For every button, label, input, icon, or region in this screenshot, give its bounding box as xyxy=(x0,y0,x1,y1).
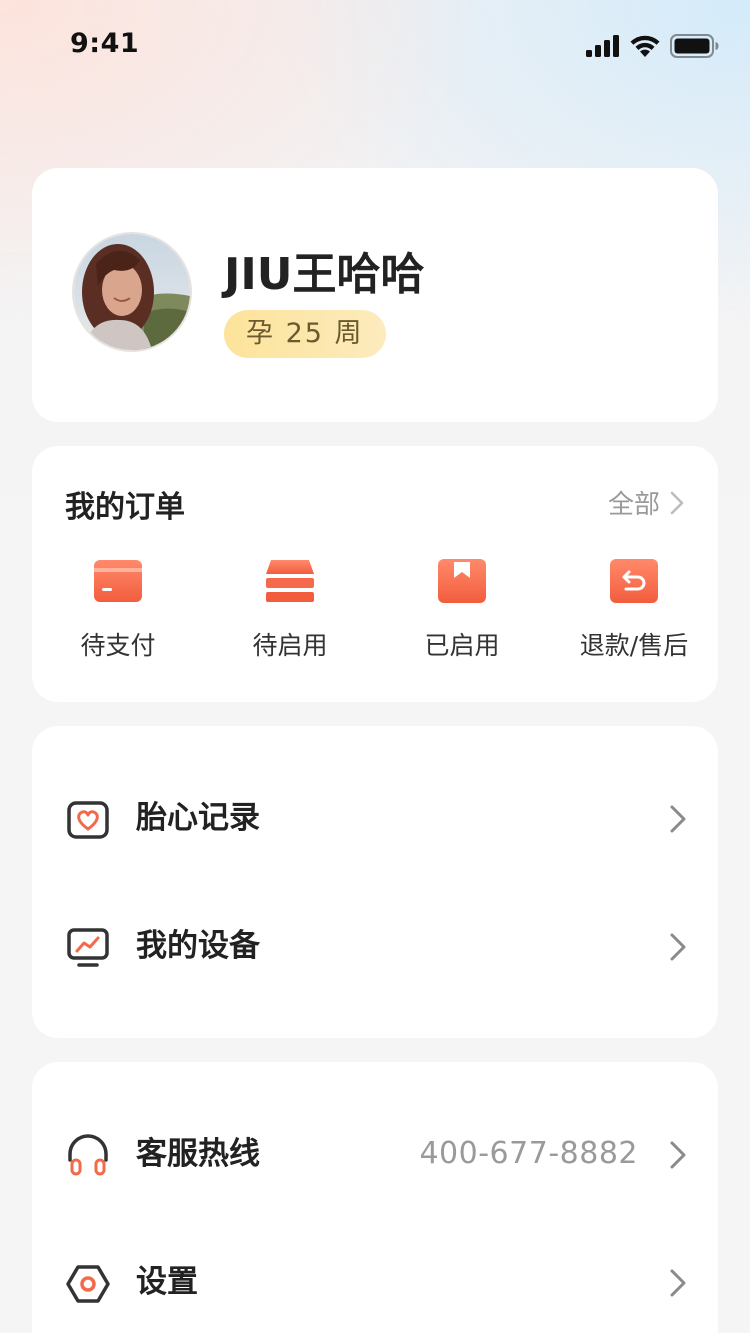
wifi-icon xyxy=(630,35,660,57)
menu-item-settings[interactable]: 设置 xyxy=(32,1242,718,1322)
headphones-icon xyxy=(68,1134,108,1176)
menu-item-label: 我的设备 xyxy=(136,928,260,964)
chevron-right-icon xyxy=(670,805,686,833)
avatar[interactable] xyxy=(72,232,192,352)
battery-icon xyxy=(670,34,719,58)
order-item-label: 待支付 xyxy=(80,631,156,660)
menu-item-fetal-heart-record[interactable]: 胎心记录 xyxy=(32,778,718,858)
hotline-number: 400-677-8882 xyxy=(419,1136,638,1171)
menu-item-customer-hotline[interactable]: 客服热线 400-677-8882 xyxy=(32,1114,718,1194)
heart-record-icon xyxy=(67,801,109,839)
chevron-right-icon xyxy=(670,1141,686,1169)
menu-item-label: 设置 xyxy=(136,1264,198,1300)
chevron-right-icon xyxy=(670,1269,686,1297)
stack-icon xyxy=(266,560,314,602)
status-icons xyxy=(586,33,720,59)
settings-hexagon-icon xyxy=(66,1265,110,1303)
status-bar: 9:41 xyxy=(0,0,750,88)
card-icon xyxy=(94,560,142,602)
orders-view-all-link[interactable]: 全部 xyxy=(608,484,684,521)
chevron-right-icon xyxy=(670,933,686,961)
order-item-label: 已启用 xyxy=(424,631,500,660)
menu-card-support: 客服热线 400-677-8882 设置 xyxy=(32,1062,718,1333)
order-item-label: 退款/售后 xyxy=(579,631,689,660)
order-item-refund[interactable]: 退款/售后 xyxy=(548,558,720,662)
status-time: 9:41 xyxy=(70,28,140,59)
chevron-right-icon xyxy=(670,491,684,514)
monitor-icon xyxy=(67,928,109,967)
pregnancy-week-badge: 孕 25 周 xyxy=(224,310,386,358)
order-item-activated[interactable]: 已启用 xyxy=(376,558,548,662)
profile-card[interactable]: JIU王哈哈 孕 25 周 xyxy=(32,168,718,422)
signal-icon xyxy=(586,35,619,57)
bookmark-icon xyxy=(438,559,486,603)
user-name: JIU王哈哈 xyxy=(224,249,425,300)
menu-card-health: 胎心记录 我的设备 xyxy=(32,726,718,1038)
menu-item-label: 胎心记录 xyxy=(136,800,260,836)
menu-item-my-devices[interactable]: 我的设备 xyxy=(32,906,718,986)
order-item-pending-payment[interactable]: 待支付 xyxy=(32,558,204,662)
orders-card: 我的订单 全部 待支付 待启用 已启用 退款/售后 xyxy=(32,446,718,702)
order-item-pending-activation[interactable]: 待启用 xyxy=(204,558,376,662)
return-icon xyxy=(610,559,658,603)
order-item-label: 待启用 xyxy=(252,631,328,660)
menu-item-label: 客服热线 xyxy=(136,1136,260,1172)
orders-title: 我的订单 xyxy=(65,490,185,525)
orders-view-all-label: 全部 xyxy=(607,490,660,520)
